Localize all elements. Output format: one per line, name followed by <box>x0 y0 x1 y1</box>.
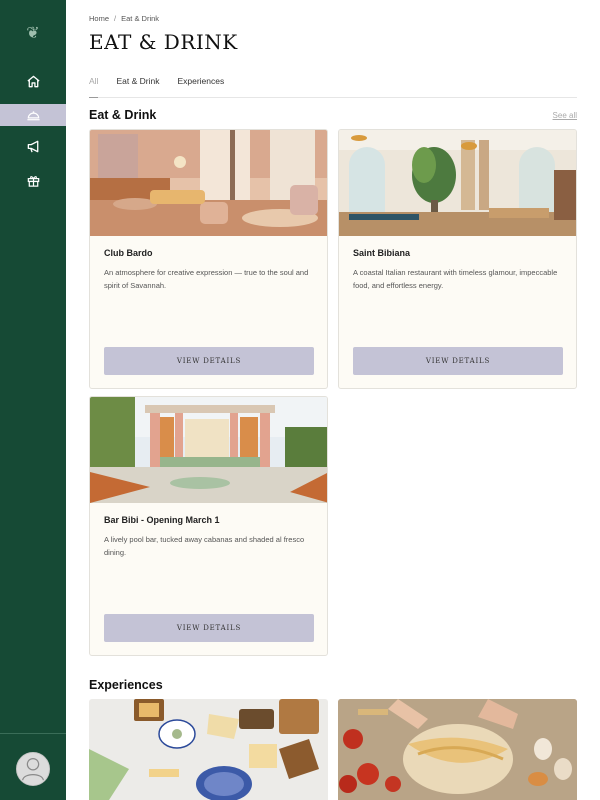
club-bardo-image <box>90 130 327 236</box>
home-icon <box>26 75 40 87</box>
breadcrumb-separator: / <box>114 14 117 23</box>
bar-bibi-image <box>90 397 327 503</box>
view-details-button[interactable]: VIEW DETAILS <box>353 347 563 375</box>
tab-bar: All Eat & Drink Experiences <box>89 74 577 98</box>
breadcrumb-home[interactable]: Home <box>89 14 109 23</box>
see-all-link[interactable]: See all <box>553 111 577 120</box>
eat-drink-section-header: Eat & Drink See all <box>89 108 577 122</box>
experience-image-picnic[interactable] <box>89 699 328 800</box>
cloche-icon <box>26 110 40 120</box>
card-bar-bibi[interactable]: Bar Bibi - Opening March 1 A lively pool… <box>89 396 328 656</box>
card-description: An atmosphere for creative expression — … <box>104 268 309 290</box>
view-details-button[interactable]: VIEW DETAILS <box>104 614 314 642</box>
card-saint-bibiana[interactable]: Saint Bibiana A coastal Italian restaura… <box>338 129 577 389</box>
page-title: EAT & DRINK <box>89 30 238 54</box>
card-club-bardo[interactable]: Club Bardo An atmosphere for creative ex… <box>89 129 328 389</box>
tab-eat-drink[interactable]: Eat & Drink <box>116 74 159 98</box>
card-description: A coastal Italian restaurant with timele… <box>353 268 558 290</box>
main-content: Home / Eat & Drink EAT & DRINK All Eat &… <box>66 0 600 800</box>
megaphone-icon <box>27 140 38 152</box>
card-title: Bar Bibi - Opening March 1 <box>104 515 220 525</box>
breadcrumb: Home / Eat & Drink <box>89 14 159 23</box>
card-description: A lively pool bar, tucked away cabanas a… <box>104 535 305 557</box>
card-title: Saint Bibiana <box>353 248 411 258</box>
user-avatar-icon[interactable] <box>16 752 50 786</box>
app-root: ❦ Home / Eat & Drink EAT & DRINK All Eat… <box>0 0 600 800</box>
card-title: Club Bardo <box>104 248 153 258</box>
sidebar-item-home[interactable] <box>0 70 66 92</box>
saint-bibiana-image <box>339 130 576 236</box>
experience-image-pasta[interactable] <box>338 699 577 800</box>
tab-experiences[interactable]: Experiences <box>177 74 224 98</box>
sidebar-divider <box>0 733 66 734</box>
view-details-button[interactable]: VIEW DETAILS <box>104 347 314 375</box>
tab-all[interactable]: All <box>89 74 99 98</box>
sidebar-item-offers[interactable] <box>0 169 66 191</box>
experiences-section-header: Experiences <box>89 678 577 692</box>
sidebar-item-announcements[interactable] <box>0 135 66 157</box>
experiences-section-title: Experiences <box>89 678 163 692</box>
sidebar: ❦ <box>0 0 66 800</box>
eat-drink-section-title: Eat & Drink <box>89 108 157 122</box>
gift-icon <box>27 175 39 187</box>
sidebar-item-eat-drink[interactable] <box>0 104 66 126</box>
script-logo-icon[interactable]: ❦ <box>22 22 44 44</box>
breadcrumb-current: Eat & Drink <box>121 14 160 23</box>
